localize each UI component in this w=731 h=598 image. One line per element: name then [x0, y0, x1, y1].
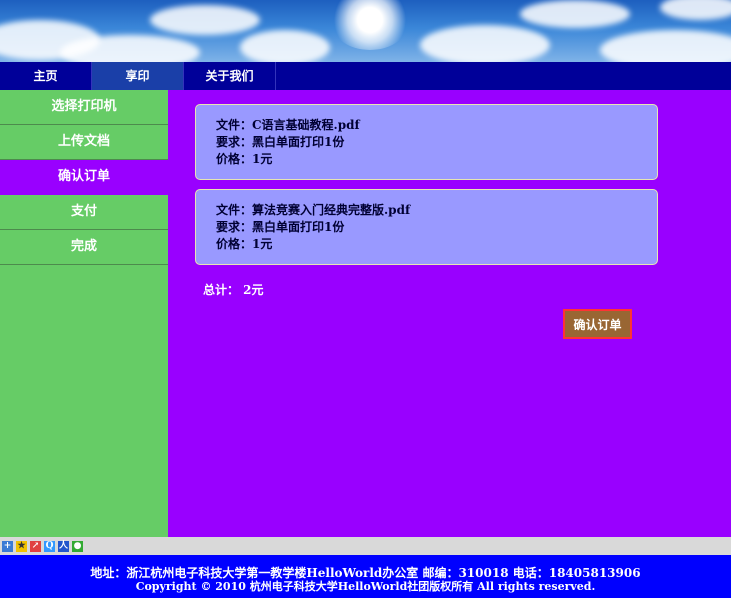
order-price: 价格：1元 — [216, 237, 273, 251]
top-nav: 主页 享印 关于我们 — [0, 62, 731, 90]
sidebar-item-upload-document[interactable]: 上传文档 — [0, 125, 168, 160]
qzone-icon[interactable]: Q — [44, 540, 55, 552]
order-file: 文件：算法竞赛入门经典完整版.pdf — [216, 203, 411, 217]
share-icon[interactable]: ↗ — [30, 540, 41, 552]
order-card: 文件：算法竞赛入门经典完整版.pdf 要求：黑白单面打印1份 价格：1元 — [195, 189, 658, 265]
order-requirement: 要求：黑白单面打印1份 — [216, 135, 345, 149]
share-toolbar: + ★ ↗ Q 人 ● — [0, 537, 731, 555]
nav-tab-about-us[interactable]: 关于我们 — [184, 62, 276, 90]
renren-icon[interactable]: 人 — [58, 540, 69, 552]
sidebar: 选择打印机 上传文档 确认订单 支付 完成 — [0, 90, 168, 537]
sidebar-item-complete[interactable]: 完成 — [0, 230, 168, 265]
footer: 地址：浙江杭州电子科技大学第一教学楼HelloWorld办公室 邮编：31001… — [0, 555, 731, 598]
order-card: 文件：C语言基础教程.pdf 要求：黑白单面打印1份 价格：1元 — [195, 104, 658, 180]
bookmark-star-icon[interactable]: ★ — [16, 540, 27, 552]
header-banner — [0, 0, 731, 62]
order-total: 总计： 2元 — [203, 283, 264, 297]
footer-copyright: Copyright © 2010 杭州电子科技大学HelloWorld社团版权所… — [135, 580, 596, 593]
sun-image — [330, 0, 410, 50]
nav-tab-home[interactable]: 主页 — [0, 62, 92, 90]
order-price: 价格：1元 — [216, 152, 273, 166]
sidebar-item-confirm-order[interactable]: 确认订单 — [0, 160, 168, 195]
sidebar-item-payment[interactable]: 支付 — [0, 195, 168, 230]
nav-tab-share-print[interactable]: 享印 — [92, 62, 184, 90]
order-file: 文件：C语言基础教程.pdf — [216, 118, 360, 132]
add-icon[interactable]: + — [2, 540, 13, 552]
confirm-order-button[interactable]: 确认订单 — [563, 309, 632, 339]
wechat-icon[interactable]: ● — [72, 540, 83, 552]
order-requirement: 要求：黑白单面打印1份 — [216, 220, 345, 234]
footer-address: 地址：浙江杭州电子科技大学第一教学楼HelloWorld办公室 邮编：31001… — [90, 566, 641, 580]
main-content: 文件：C语言基础教程.pdf 要求：黑白单面打印1份 价格：1元 文件：算法竞赛… — [168, 90, 731, 537]
sidebar-item-select-printer[interactable]: 选择打印机 — [0, 90, 168, 125]
